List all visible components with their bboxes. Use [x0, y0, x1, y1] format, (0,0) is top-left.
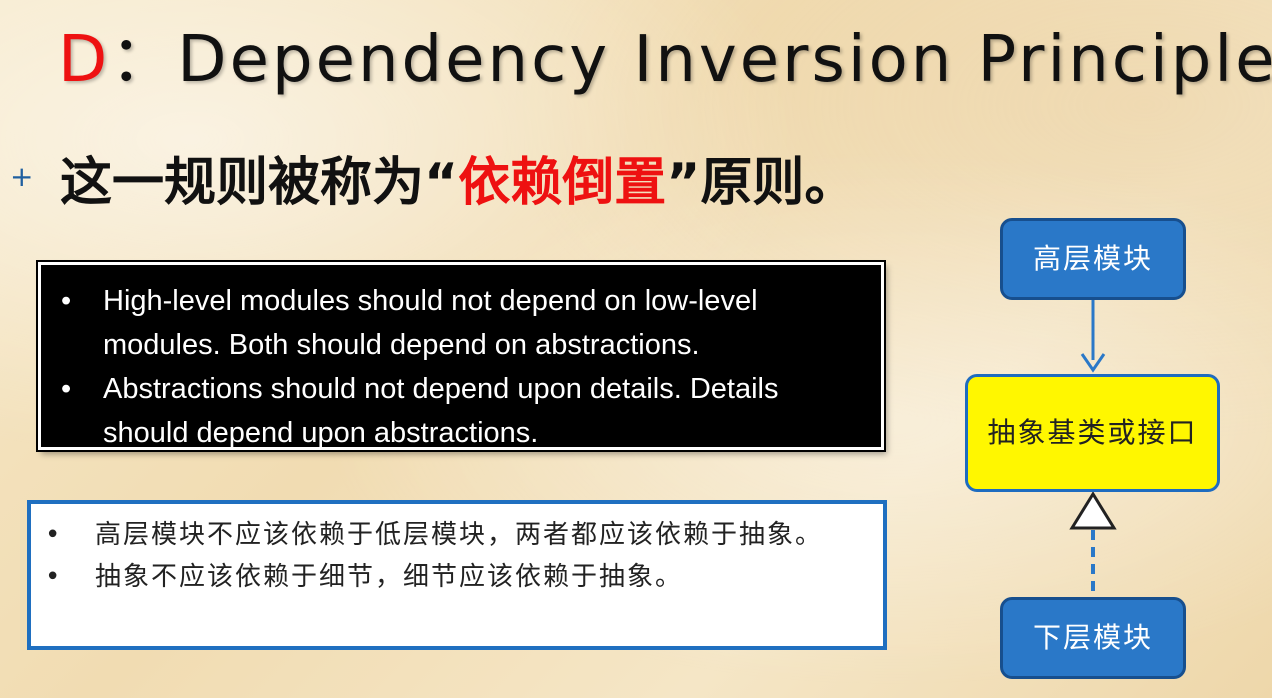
plus-bullet-icon: +: [10, 160, 34, 193]
slide: D：Dependency Inversion Principle + 这一规则被…: [0, 0, 1272, 698]
chinese-item-text: 高层模块不应该依赖于低层模块，两者都应该依赖于抽象。: [95, 520, 824, 550]
heading-close-quote: ”: [666, 153, 701, 213]
title-letter: D: [58, 23, 111, 97]
english-item-text: Abstractions should not depend upon deta…: [103, 373, 779, 449]
dependency-arrow: [1080, 300, 1106, 373]
bullet-dot-icon: •: [61, 373, 72, 405]
realization-arrow: [1069, 491, 1117, 597]
heading-open-quote: “: [424, 153, 459, 213]
bullet-dot-icon: •: [45, 562, 63, 592]
low-level-module-node: 下层模块: [1000, 597, 1186, 679]
chinese-item-text: 抽象不应该依赖于细节，细节应该依赖于抽象。: [95, 562, 684, 592]
title-separator: ：: [110, 23, 178, 97]
heading-highlight: 依赖倒置: [458, 153, 667, 213]
english-item-text: High-level modules should not depend on …: [103, 285, 758, 361]
chinese-definition-box: • 高层模块不应该依赖于低层模块，两者都应该依赖于抽象。 • 抽象不应该依赖于细节，…: [27, 500, 887, 650]
chinese-item: • 抽象不应该依赖于细节，细节应该依赖于抽象。: [45, 556, 869, 598]
high-level-module-node: 高层模块: [1000, 218, 1186, 300]
english-definition-box: • High-level modules should not depend on…: [38, 262, 884, 450]
chinese-list: • 高层模块不应该依赖于低层模块，两者都应该依赖于抽象。 • 抽象不应该依赖于细节，…: [45, 514, 869, 598]
bullet-dot-icon: •: [45, 520, 63, 550]
chinese-item: • 高层模块不应该依赖于低层模块，两者都应该依赖于抽象。: [45, 514, 869, 556]
heading-line: 这一规则被称为“依赖倒置”原则。: [60, 140, 856, 215]
heading-prefix: 这一规则被称为: [60, 153, 425, 213]
bullet-dot-icon: •: [61, 285, 72, 317]
english-list: • High-level modules should not depend on…: [61, 279, 861, 455]
heading-suffix: 原则。: [700, 153, 857, 213]
slide-title: D：Dependency Inversion Principle: [58, 8, 1272, 100]
english-item: • High-level modules should not depend on…: [61, 279, 861, 367]
english-item: • Abstractions should not depend upon det…: [61, 367, 861, 455]
title-text: Dependency Inversion Principle: [177, 23, 1272, 97]
abstraction-node: 抽象基类或接口: [965, 374, 1220, 492]
